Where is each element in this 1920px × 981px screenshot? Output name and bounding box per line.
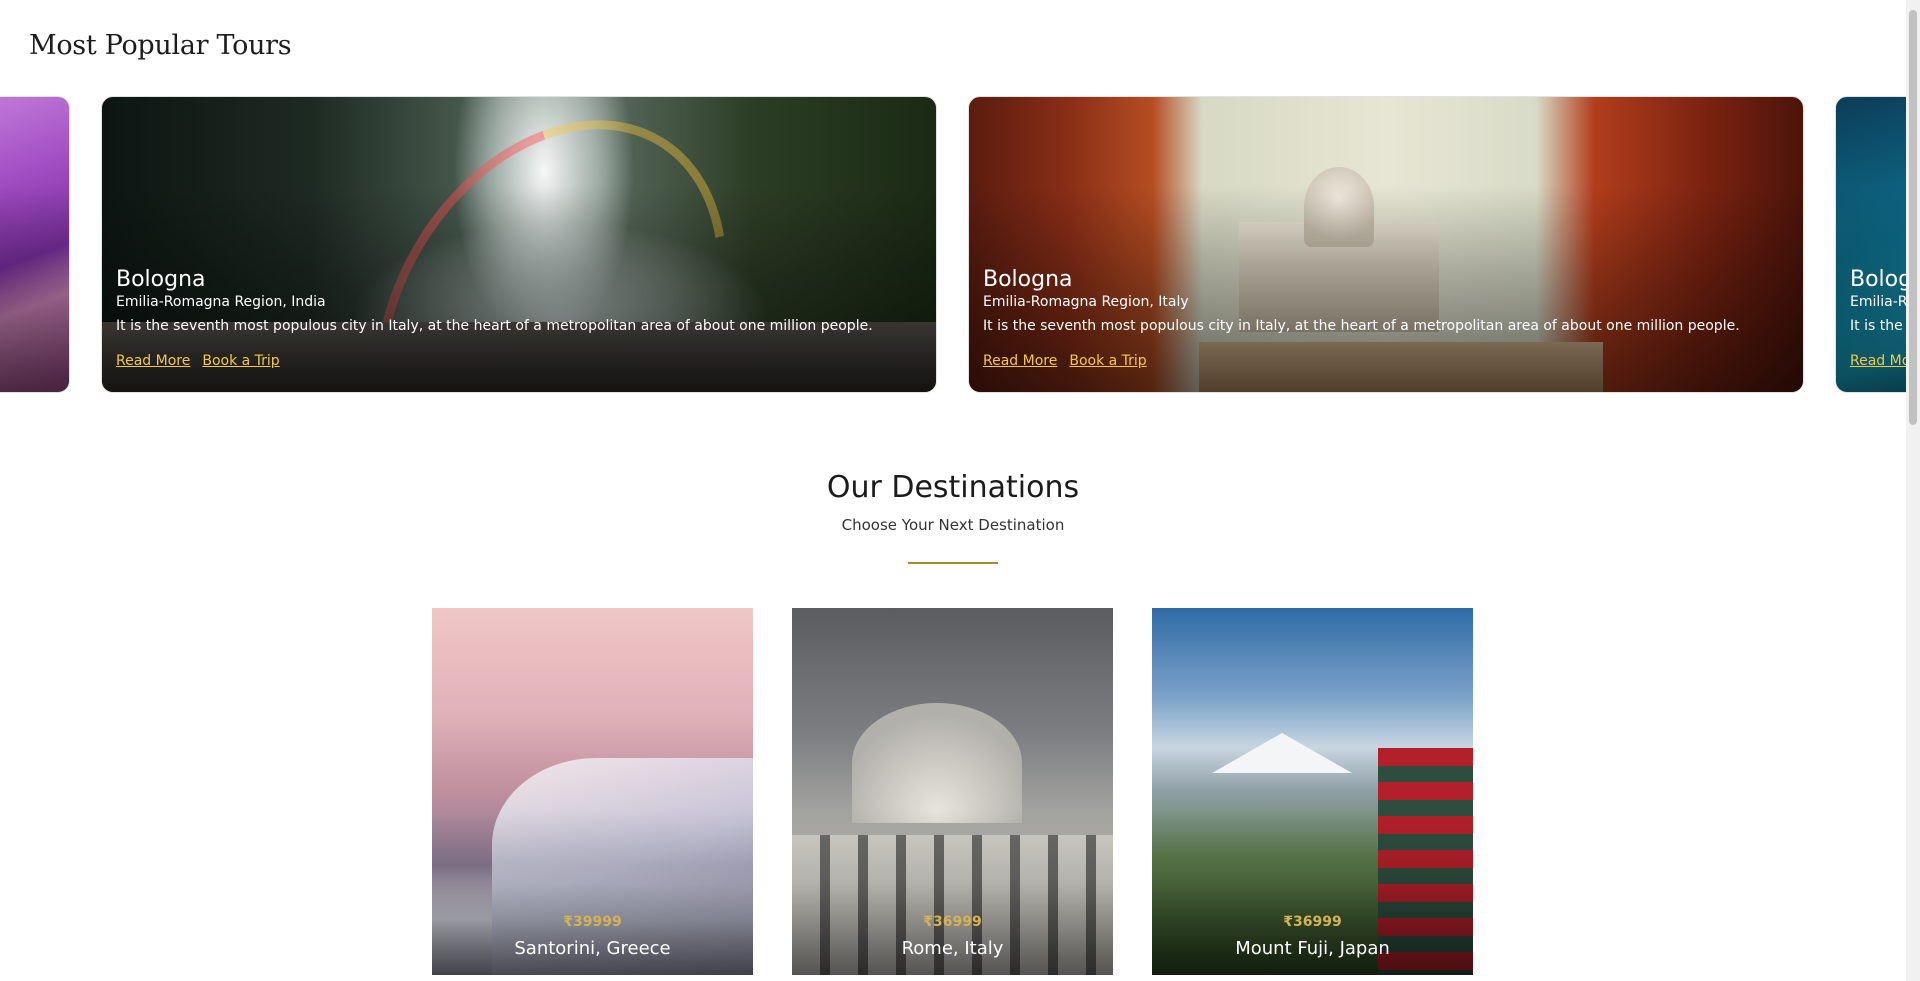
destination-card[interactable]: ₹39999 Santorini, Greece bbox=[432, 608, 753, 975]
book-trip-link[interactable]: Book a Trip bbox=[202, 353, 279, 369]
read-more-link[interactable]: Read Mo bbox=[1850, 353, 1906, 369]
tour-region: Emilia-Romagna Region, Italy bbox=[983, 294, 1189, 310]
destination-name: Rome, Italy bbox=[901, 938, 1004, 959]
tour-card[interactable]: Bologna Emilia-Romagna Region, Italy It … bbox=[968, 96, 1804, 393]
read-more-link[interactable]: Read More bbox=[983, 353, 1057, 369]
destinations-title: Our Destinations bbox=[826, 470, 1080, 505]
tour-description: It is the bbox=[1850, 318, 1903, 334]
destination-card[interactable]: ₹36999 Rome, Italy bbox=[792, 608, 1113, 975]
tour-description: It is the seventh most populous city in … bbox=[983, 318, 1740, 334]
destinations-subtitle: Choose Your Next Destination bbox=[841, 516, 1065, 534]
popular-tours-title: Most Popular Tours bbox=[29, 30, 292, 61]
tour-card-text: Bologna Emilia-Romagna Region, India It … bbox=[116, 267, 922, 369]
tours-carousel[interactable]: Bologna Emilia-Romagna Region, India It … bbox=[0, 96, 1906, 396]
tour-title: Bologna bbox=[116, 267, 206, 292]
tour-card-partial-left[interactable] bbox=[0, 96, 70, 393]
tour-title: Bologna bbox=[983, 267, 1073, 292]
tour-title: Bolog bbox=[1850, 267, 1906, 292]
tour-card-partial-right[interactable]: Bolog Emilia-R It is the Read Mo bbox=[1835, 96, 1906, 393]
destination-name: Santorini, Greece bbox=[514, 938, 671, 959]
tour-description: It is the seventh most populous city in … bbox=[116, 318, 873, 334]
tour-links: Read More Book a Trip bbox=[983, 350, 1789, 369]
destination-price: ₹36999 bbox=[1283, 914, 1342, 930]
tour-card-text: Bologna Emilia-Romagna Region, Italy It … bbox=[983, 267, 1789, 369]
tour-region: Emilia-Romagna Region, India bbox=[116, 294, 326, 310]
card-shade bbox=[0, 97, 69, 392]
tour-card[interactable]: Bologna Emilia-Romagna Region, India It … bbox=[101, 96, 937, 393]
title-divider bbox=[908, 562, 998, 564]
destination-price: ₹36999 bbox=[923, 914, 982, 930]
scrollbar-thumb[interactable] bbox=[1909, 10, 1917, 425]
read-more-link[interactable]: Read More bbox=[116, 353, 190, 369]
tour-links: Read More Book a Trip bbox=[116, 350, 922, 369]
tour-links: Read Mo bbox=[1850, 350, 1906, 369]
destination-name: Mount Fuji, Japan bbox=[1235, 938, 1390, 959]
destination-price: ₹39999 bbox=[563, 914, 622, 930]
tour-card-text: Bolog Emilia-R It is the Read Mo bbox=[1850, 267, 1906, 369]
book-trip-link[interactable]: Book a Trip bbox=[1069, 353, 1146, 369]
destination-card[interactable]: ₹36999 Mount Fuji, Japan bbox=[1152, 608, 1473, 975]
page-scrollbar[interactable] bbox=[1906, 0, 1920, 981]
tour-region: Emilia-R bbox=[1850, 294, 1906, 310]
